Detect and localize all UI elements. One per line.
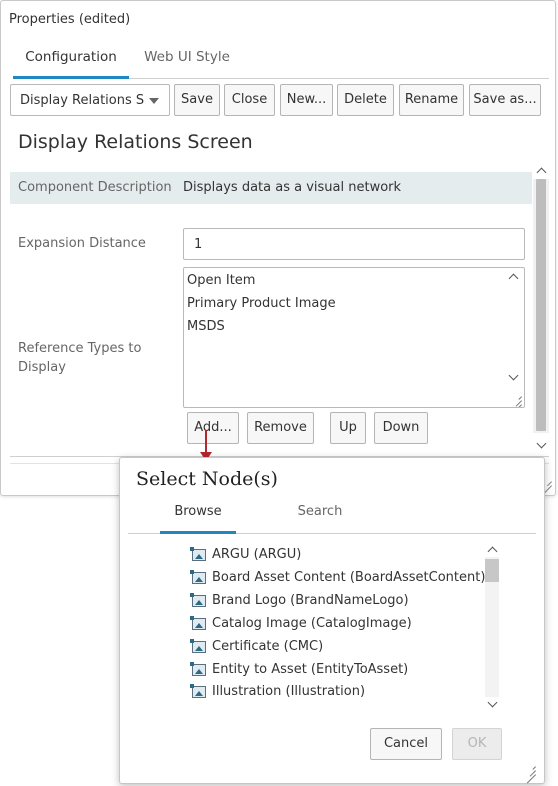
tree-node-label: ARGU (ARGU) (212, 547, 302, 562)
panel-tabs: Configuration Web UI Style (13, 39, 549, 79)
node-image-icon (190, 662, 206, 676)
node-image-icon (190, 570, 206, 584)
reference-types-list[interactable]: Open Item Primary Product Image MSDS (183, 267, 525, 408)
caret-down-icon (149, 98, 159, 104)
tab-browse[interactable]: Browse (160, 498, 236, 534)
chevron-up-icon[interactable] (487, 545, 498, 557)
tree-node-label: Certificate (CMC) (212, 639, 324, 654)
new-button[interactable]: New... (280, 84, 333, 116)
panel-title: Properties (edited) (9, 12, 131, 27)
tree-node-label: Entity to Asset (EntityToAsset) (212, 662, 409, 677)
tab-search[interactable]: Search (288, 498, 352, 534)
scrollbar-thumb[interactable] (485, 559, 499, 582)
properties-scroll-area: Component Description Displays data as a… (10, 163, 549, 453)
component-description-label: Component Description (18, 180, 172, 195)
close-button[interactable]: Close (224, 84, 275, 116)
save-button[interactable]: Save (174, 84, 220, 116)
chevron-up-icon[interactable] (536, 166, 547, 178)
up-button[interactable]: Up (330, 412, 366, 444)
list-item[interactable]: Primary Product Image (187, 296, 336, 311)
node-image-icon (190, 593, 206, 607)
remove-button[interactable]: Remove (247, 412, 314, 444)
tree-node-label: Illustration (Illustration) (212, 684, 366, 699)
tab-web-ui-style[interactable]: Web UI Style (141, 39, 233, 79)
rename-button[interactable]: Rename (399, 84, 464, 116)
node-tree-scrollbar[interactable] (484, 542, 500, 713)
down-button[interactable]: Down (374, 412, 428, 444)
properties-panel: Properties (edited) Configuration Web UI… (0, 0, 556, 496)
node-image-icon (190, 547, 206, 561)
select-node-dialog: Select Node(s) Browse Search ARGU (ARGU)… (119, 457, 545, 784)
screen-select[interactable]: Display Relations Screen (10, 84, 170, 116)
list-item[interactable]: Open Item (187, 273, 255, 288)
scrollbar-thumb[interactable] (536, 179, 546, 431)
node-image-icon (190, 639, 206, 653)
cancel-button[interactable]: Cancel (370, 728, 442, 760)
resize-grip-icon[interactable] (524, 763, 536, 784)
chevron-down-icon[interactable] (508, 370, 519, 382)
save-as-button[interactable]: Save as... (469, 84, 541, 116)
node-image-icon (190, 684, 206, 698)
tab-configuration[interactable]: Configuration (13, 39, 129, 79)
component-description-value: Displays data as a visual network (183, 180, 402, 195)
expansion-distance-label: Expansion Distance (18, 236, 146, 251)
component-description-row: Component Description Displays data as a… (10, 172, 532, 204)
dialog-title: Select Node(s) (136, 468, 278, 490)
chevron-down-icon[interactable] (536, 438, 547, 449)
properties-scrollbar[interactable] (533, 163, 549, 453)
add-button[interactable]: Add... (187, 412, 239, 444)
resize-grip-icon[interactable] (510, 393, 522, 407)
chevron-down-icon[interactable] (487, 697, 498, 708)
tree-node-label: Brand Logo (BrandNameLogo) (212, 593, 409, 608)
tree-node-label: Board Asset Content (BoardAssetContent) (212, 570, 486, 585)
chevron-up-icon[interactable] (508, 272, 519, 284)
screen-title: Display Relations Screen (18, 131, 253, 153)
list-item[interactable]: MSDS (187, 319, 225, 334)
expansion-distance-value: 1 (194, 237, 203, 252)
ok-button[interactable]: OK (452, 728, 502, 760)
tree-node-label: Catalog Image (CatalogImage) (212, 616, 412, 631)
dialog-tabs: Browse Search (128, 498, 536, 534)
screen-select-value: Display Relations Screen (20, 93, 144, 108)
delete-button[interactable]: Delete (337, 84, 394, 116)
node-image-icon (190, 616, 206, 630)
expansion-distance-field[interactable]: 1 (183, 228, 525, 260)
reference-types-label: Reference Types to Display (18, 341, 142, 375)
node-tree: ARGU (ARGU) Board Asset Content (BoardAs… (128, 541, 502, 716)
